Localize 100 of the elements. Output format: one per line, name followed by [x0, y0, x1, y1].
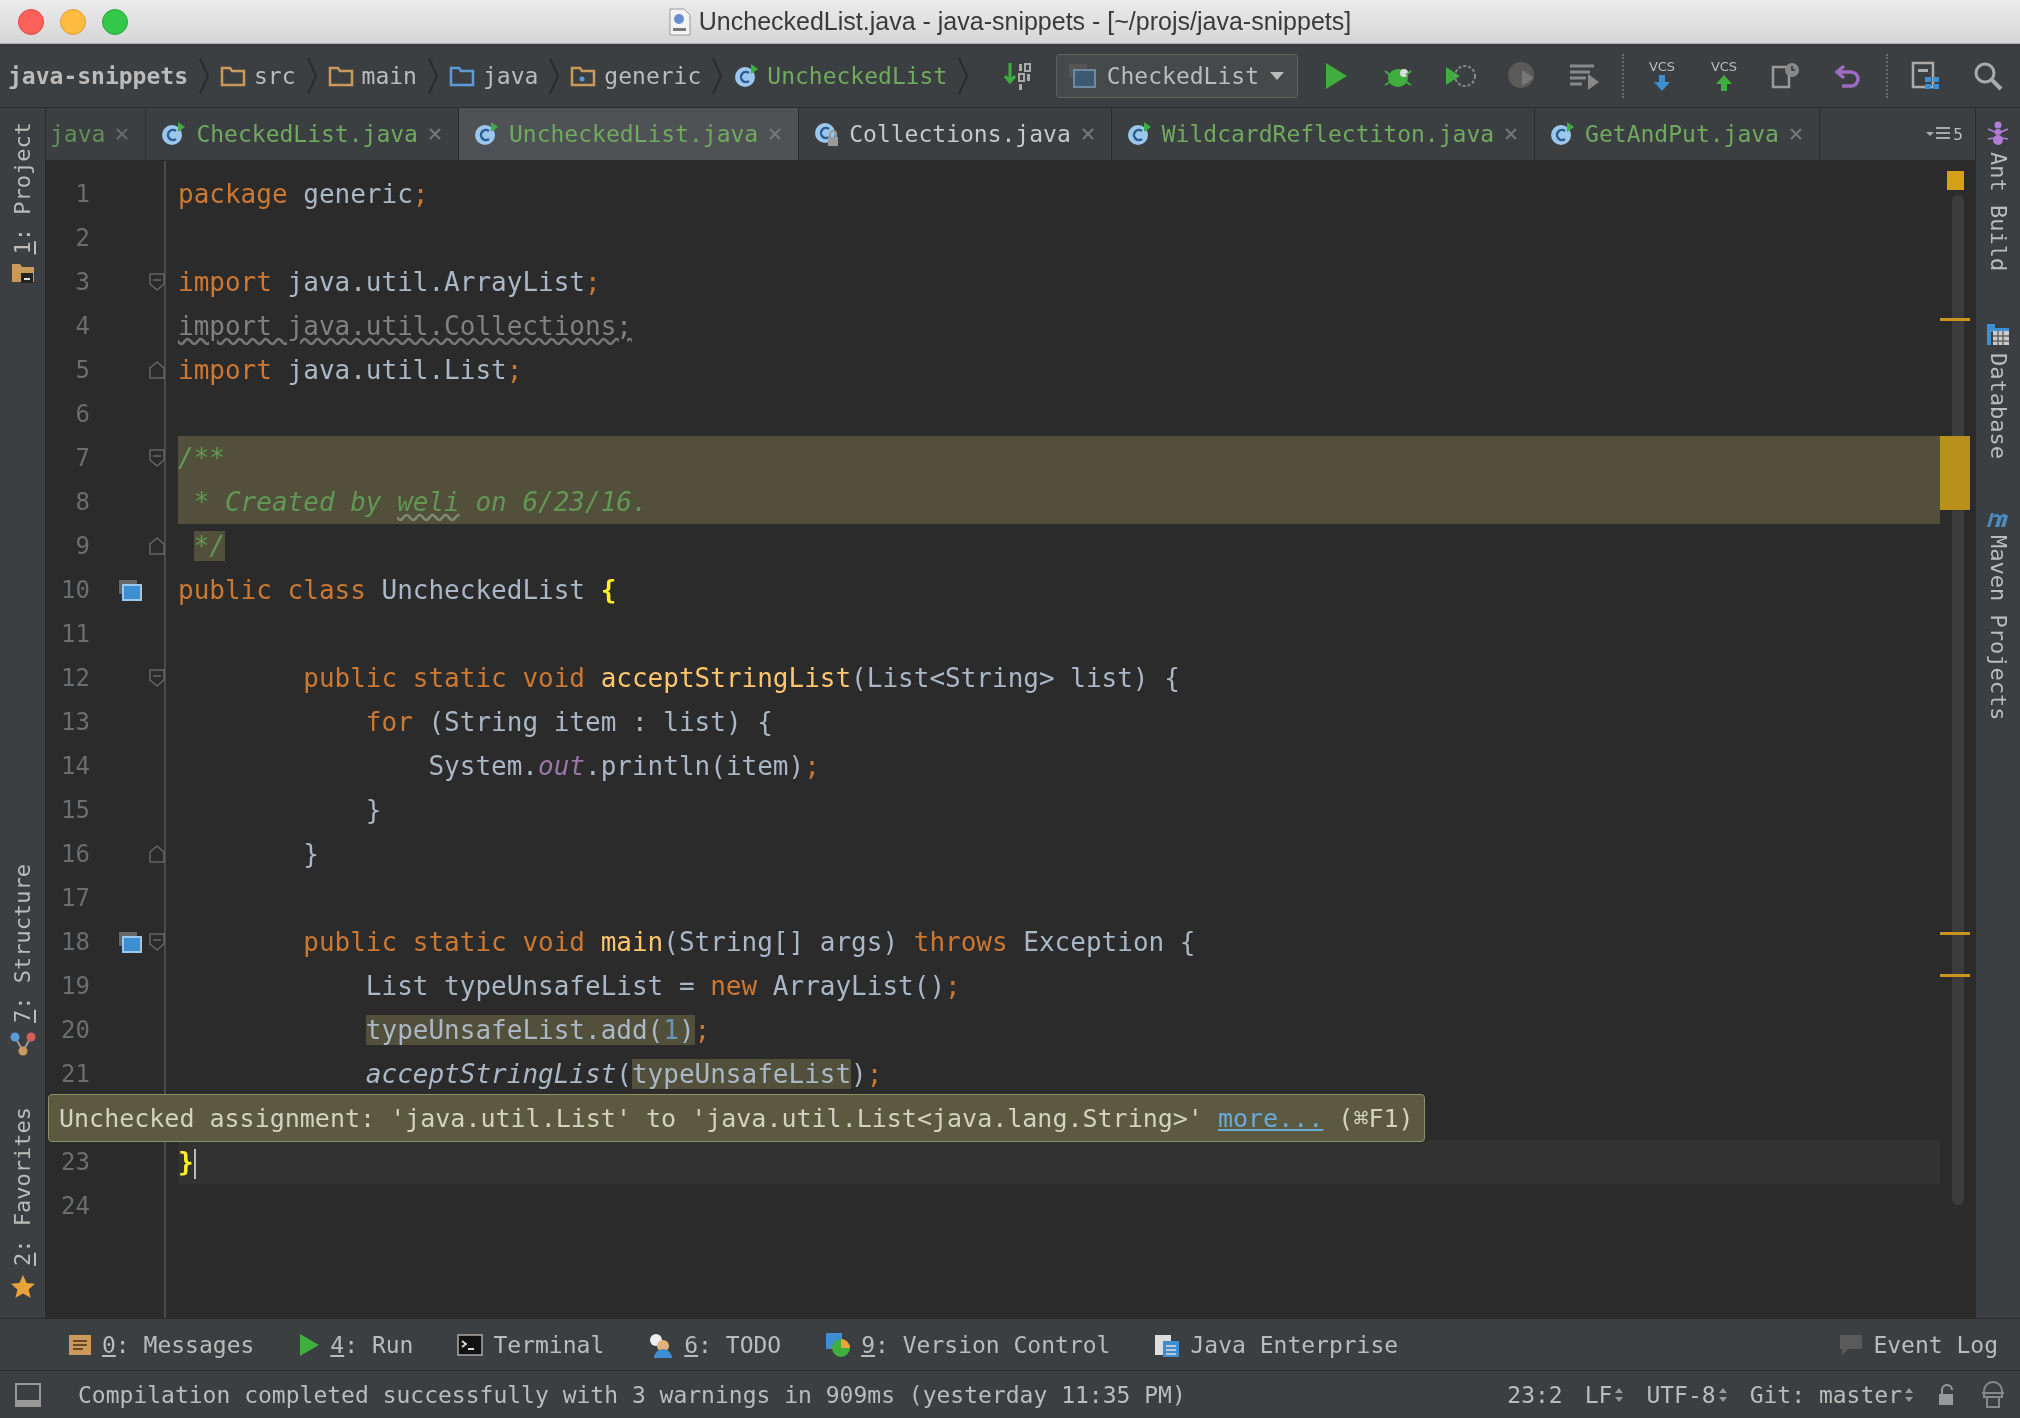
fold-end-icon[interactable] — [148, 844, 166, 864]
folder-icon — [10, 262, 35, 285]
tool-window-button[interactable]: 1: Project — [10, 122, 35, 285]
messages-icon — [68, 1332, 92, 1357]
folder-icon — [220, 64, 246, 87]
code-line: public static void main(String[] args) throws Exception { — [302, 926, 1197, 959]
zoom-button[interactable] — [102, 8, 128, 35]
editor-tab[interactable]: CheckedList.java — [146, 108, 459, 160]
code-line: } — [364, 794, 383, 827]
line-number: 1 — [74, 179, 91, 210]
fold-end-icon[interactable] — [148, 536, 166, 556]
code-line: for (String item : list) { — [364, 706, 774, 739]
project-structure-icon — [1911, 60, 1941, 91]
tool-window-button[interactable]: 7: Structure — [9, 864, 36, 1058]
line-number: 8 — [74, 487, 91, 518]
line-number: 13 — [60, 707, 91, 738]
tool-window-button[interactable]: 0: Messages — [68, 1331, 255, 1358]
list-icon — [1925, 126, 1952, 142]
tab-overflow-button[interactable]: 5 — [1913, 108, 1975, 160]
breadcrumb[interactable]: generic — [570, 62, 702, 89]
tool-window-button[interactable]: Terminal — [457, 1331, 605, 1358]
fold-icon[interactable] — [148, 668, 166, 688]
breadcrumb[interactable]: main — [327, 62, 417, 89]
line-number: 16 — [60, 839, 91, 870]
fold-end-icon[interactable] — [148, 360, 166, 380]
close-icon[interactable] — [768, 127, 783, 141]
line-number: 21 — [60, 1059, 91, 1090]
close-icon[interactable] — [1080, 127, 1095, 141]
window-icon[interactable] — [118, 579, 142, 601]
close-button[interactable] — [18, 8, 44, 35]
line-number: 11 — [60, 619, 91, 650]
status-message: Compilation completed successfully with 3 warnings in 909ms (yesterday 11:35 PM) — [78, 1381, 1186, 1408]
arrow-down-icon — [1651, 73, 1673, 92]
vcs-commit-button[interactable]: VCS — [1700, 50, 1748, 101]
tool-window-button[interactable]: Maven Projects — [1984, 509, 2012, 721]
speech-bubble-icon — [1839, 1333, 1864, 1356]
fold-icon[interactable] — [148, 932, 166, 952]
close-icon[interactable] — [427, 127, 442, 141]
code-line: import java.util.List; — [178, 354, 524, 387]
tool-window-button[interactable]: 2: Favorites — [9, 1107, 36, 1300]
line-number: 17 — [60, 883, 91, 914]
breadcrumb[interactable]: java-snippets — [8, 62, 188, 89]
tool-window-button[interactable]: 4: Run — [298, 1331, 414, 1358]
editor-tab[interactable]: UncheckedList.java — [458, 108, 800, 160]
line-number: 23 — [60, 1147, 91, 1178]
line-number: 20 — [60, 1015, 91, 1046]
vcs-update-button[interactable]: VCS — [1638, 50, 1686, 101]
tool-window-button[interactable]: Ant Build — [1985, 120, 2011, 272]
class-icon — [160, 121, 187, 147]
code-line: package generic; — [178, 178, 430, 211]
document-icon — [668, 7, 691, 36]
minimize-button[interactable] — [60, 8, 86, 35]
folder-icon — [570, 64, 597, 87]
class-icon — [1549, 121, 1576, 147]
code-line: public class UncheckedList { — [178, 574, 618, 607]
tool-window-button[interactable]: 6: TODO — [648, 1331, 782, 1358]
ant-icon — [1985, 120, 2011, 146]
close-icon[interactable] — [115, 127, 130, 141]
line-number: 5 — [74, 355, 91, 386]
line-number: 7 — [74, 443, 91, 474]
caret-position[interactable]: 23:2 — [1507, 1381, 1563, 1408]
run-icon — [298, 1332, 321, 1357]
window-icon — [1066, 61, 1097, 90]
close-icon[interactable] — [1789, 127, 1803, 141]
code-line: import java.util.ArrayList; — [178, 266, 602, 299]
editor-tab[interactable]: java — [46, 108, 147, 160]
close-icon[interactable] — [1504, 127, 1519, 141]
breadcrumb[interactable]: UncheckedList — [733, 62, 948, 89]
caret-icon — [1269, 70, 1285, 81]
code-line: System.out.println(item); — [427, 750, 821, 783]
code-line: acceptStringList(typeUnsafeList); — [364, 1058, 884, 1091]
event-log-button[interactable]: Event Log — [1839, 1331, 1998, 1358]
breadcrumb[interactable]: src — [220, 62, 296, 89]
editor-tab[interactable]: Collections.java — [799, 108, 1112, 160]
line-number: 14 — [60, 751, 91, 782]
status-widget[interactable]: LF — [1584, 1381, 1625, 1408]
window-icon[interactable] — [118, 931, 142, 953]
run-configuration-dropdown[interactable]: CheckedList — [1055, 53, 1298, 98]
folder-icon — [448, 64, 475, 87]
breadcrumb[interactable]: java — [448, 62, 539, 89]
fold-icon[interactable] — [148, 272, 166, 292]
line-number: 3 — [74, 267, 91, 298]
status-widget[interactable]: Git: master — [1749, 1381, 1914, 1408]
line-number: 9 — [74, 531, 91, 562]
tool-window-button[interactable]: Java Enterprise — [1154, 1331, 1399, 1358]
editor-tab[interactable]: GetAndPut.java — [1535, 108, 1820, 160]
panel-toggle-icon[interactable] — [14, 1381, 42, 1408]
star-icon — [9, 1274, 36, 1300]
version-control-icon — [825, 1331, 852, 1358]
editor-tab[interactable]: WildcardReflectiton.java — [1111, 108, 1536, 160]
tool-window-button[interactable]: 9: Version Control — [825, 1331, 1111, 1358]
fold-icon[interactable] — [148, 448, 166, 468]
line-number: 2 — [74, 223, 91, 254]
code-line: List typeUnsafeList = new ArrayList(); — [364, 970, 962, 1003]
search-icon — [1973, 60, 2003, 91]
hierarchy-icon — [9, 1031, 36, 1058]
class-icon — [733, 62, 760, 89]
more-link[interactable]: more... — [1217, 1103, 1324, 1133]
status-widget[interactable]: UTF-8 — [1646, 1381, 1728, 1408]
tool-window-button[interactable]: Database — [1985, 321, 2011, 460]
